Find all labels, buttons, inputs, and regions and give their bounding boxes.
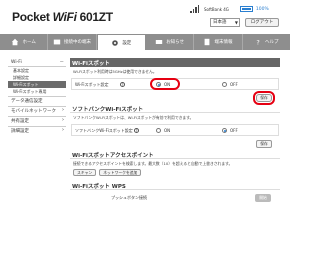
- logo-pocket: Pocket: [12, 10, 53, 24]
- access-points-buttons: スキャン ネットワークを追加: [70, 168, 280, 177]
- battery-icon: [239, 6, 253, 12]
- sidebar-item-mobile-network-label: モバイルネットワーク: [11, 109, 56, 114]
- nav-help[interactable]: ? ヘルプ: [243, 34, 290, 50]
- wps-label: プッシュボタン接続: [111, 195, 147, 200]
- access-points-note: 接続できるアクセスポイントを検索します。最大数（10）を超えると自動で上書きされ…: [73, 161, 233, 166]
- logo-wifi: WiFi: [52, 10, 77, 24]
- sidebar-header[interactable]: Wi-Fi －: [8, 58, 66, 67]
- sidebar-item-sharing-label: 共有設定: [11, 119, 29, 124]
- nav-settings-label: 設定: [122, 40, 132, 46]
- nav-device-info[interactable]: 端末情報: [194, 34, 243, 50]
- highlight-on-ring: [150, 78, 180, 90]
- main-content: Wi-Fiスポット Wi-Fiスポット利用時は5GHzは使用できません。 Wi-…: [70, 58, 280, 206]
- nav-device-info-label: 端末情報: [214, 40, 233, 45]
- section-title-access-points: Wi-Fiスポットアクセスポイント: [70, 150, 280, 159]
- nav-home[interactable]: ホーム: [0, 34, 49, 50]
- wifi-spot-save-button[interactable]: 保存: [253, 91, 275, 105]
- wps-start-button[interactable]: 開始: [255, 194, 271, 202]
- sidebar-item-data-settings-label: データ通信設定: [11, 99, 43, 104]
- chevron-right-icon: ›: [62, 107, 64, 113]
- signal-icon: [190, 5, 199, 13]
- sidebar-item-details-label: 詳細設定: [11, 129, 29, 134]
- nav-sms[interactable]: お知らせ: [146, 34, 195, 50]
- help-icon[interactable]: ?: [134, 128, 139, 133]
- nav-help-label: ヘルプ: [265, 40, 279, 45]
- softbank-spot-on-radio[interactable]: [156, 128, 161, 133]
- devices-icon: [53, 39, 61, 45]
- sidebar-item-sharing[interactable]: 共有設定 ›: [8, 116, 66, 125]
- header: Pocket WiFi 601ZT SoftBank 4G 100% 日本語 ▼…: [0, 0, 290, 34]
- mail-icon: [155, 40, 163, 44]
- wifi-spot-setting-label: Wi-Fiスポット設定: [75, 82, 109, 87]
- softbank-spot-on-label: ON: [164, 128, 171, 133]
- sidebar-item-wifi-spot-only[interactable]: Wi-Fiスポット専用: [8, 88, 66, 95]
- collapse-icon: －: [59, 60, 65, 65]
- main-nav: ホーム 接続中の端末 設定 お知らせ 端末情報 ? ヘルプ: [0, 34, 290, 50]
- chevron-right-icon: ›: [62, 117, 64, 123]
- chevron-right-icon: ›: [62, 127, 64, 133]
- sidebar: Wi-Fi － 基本設定 詳細設定 Wi-Fiスポット Wi-Fiスポット専用 …: [8, 58, 66, 135]
- softbank-spot-off-radio[interactable]: [222, 128, 227, 133]
- svg-text:?: ?: [256, 38, 259, 46]
- logout-button[interactable]: ログアウト: [245, 18, 279, 27]
- softbank-spot-save-button[interactable]: 保存: [256, 140, 272, 148]
- nav-data-usage-label: 接続中の端末: [63, 40, 91, 45]
- softbank-spot-setting-row: ソフトバンクWi-Fiスポット設定 ? ON OFF: [71, 124, 279, 136]
- language-select[interactable]: 日本語 ▼: [210, 18, 240, 27]
- nav-sms-label: お知らせ: [166, 40, 185, 45]
- help-icon[interactable]: ?: [120, 82, 125, 87]
- wifi-spot-note: Wi-Fiスポット利用時は5GHzは使用できません。: [73, 69, 157, 74]
- logo: Pocket WiFi 601ZT: [12, 10, 113, 24]
- sidebar-item-basic[interactable]: 基本設定: [8, 67, 66, 74]
- nav-settings[interactable]: 設定: [96, 34, 146, 50]
- wps-row: プッシュボタン接続 開始: [71, 192, 279, 204]
- softbank-spot-note: ソフトバンクWi-Fiスポットは、Wi-Fiスポットが有効で利用できます。: [73, 115, 194, 120]
- sidebar-item-advanced[interactable]: 詳細設定: [8, 74, 66, 81]
- softbank-spot-save-row: 保存: [70, 138, 280, 150]
- wifi-spot-off-radio[interactable]: [222, 82, 227, 87]
- wifi-spot-setting-row: Wi-Fiスポット設定 ? ON OFF: [71, 78, 279, 90]
- sidebar-item-mobile-network[interactable]: モバイルネットワーク ›: [8, 106, 66, 115]
- softbank-spot-off-label: OFF: [230, 128, 238, 133]
- status-bar: SoftBank 4G 100%: [190, 4, 269, 14]
- nav-home-label: ホーム: [22, 40, 36, 45]
- section-title-wps: Wi-Fiスポット WPS: [70, 181, 280, 190]
- add-network-button[interactable]: ネットワークを追加: [99, 169, 142, 176]
- home-icon: [12, 38, 19, 46]
- sidebar-item-data-settings[interactable]: データ通信設定: [8, 96, 66, 105]
- sidebar-item-wifi-spot[interactable]: Wi-Fiスポット: [8, 81, 66, 88]
- sidebar-header-label: Wi-Fi: [11, 60, 22, 65]
- scan-button[interactable]: スキャン: [73, 169, 97, 176]
- info-icon: [205, 38, 210, 46]
- logo-model: 601ZT: [76, 10, 113, 24]
- chevron-down-icon: ▼: [234, 20, 238, 25]
- softbank-spot-setting-label: ソフトバンクWi-Fiスポット設定: [75, 128, 133, 133]
- carrier-label: SoftBank 4G: [204, 6, 229, 12]
- wifi-spot-off-label: OFF: [230, 82, 238, 87]
- wifi-spot-save-row: 保存: [70, 91, 280, 105]
- nav-data-usage[interactable]: 接続中の端末: [48, 34, 97, 50]
- section-title-wifi-spot: Wi-Fiスポット: [70, 58, 280, 67]
- sidebar-item-details[interactable]: 詳細設定 ›: [8, 126, 66, 135]
- gear-icon: [112, 39, 119, 46]
- help-icon: ?: [256, 38, 259, 46]
- battery-text: 100%: [255, 6, 269, 12]
- language-value: 日本語: [213, 20, 227, 25]
- section-title-softbank-spot: ソフトバンクWi-Fiスポット: [70, 104, 280, 113]
